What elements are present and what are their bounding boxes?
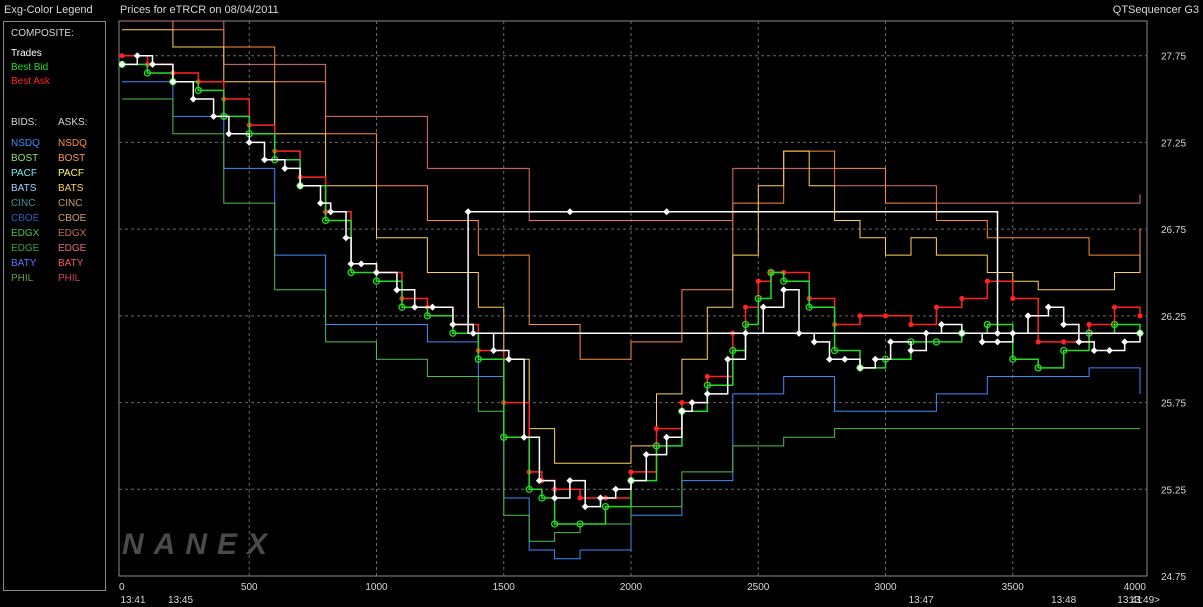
x-tick-label: 3000 [874,582,897,593]
ask-point [857,313,863,319]
ask-point [628,469,634,475]
watermark: NANEX [122,528,277,561]
ask-point [1035,339,1041,345]
x-tick-label: 4000 [1124,582,1147,593]
y-tick-label: 26.75 [1161,225,1186,236]
ask-point [1137,313,1143,319]
ask-point [577,495,583,501]
y-tick-label: 26.25 [1161,312,1186,323]
x-tick-label: 0 [119,582,125,593]
y-tick-label: 25.25 [1161,485,1186,496]
ask-point [882,313,889,319]
y-tick-label: 27.75 [1161,52,1186,63]
y-tick-label: 27.25 [1161,138,1186,149]
y-tick-label: 24.75 [1161,572,1186,583]
ask-point [1086,321,1092,328]
ask-point [1010,295,1016,302]
ask-point [908,321,914,328]
ask-point [1111,304,1118,310]
x-tick-label: 2000 [620,582,643,593]
time-label: 13:48 [1051,595,1076,606]
ask-point [933,304,940,310]
time-label: 13:49> [1129,595,1160,606]
x-tick-label: 1500 [493,582,516,593]
time-label: 13:47 [909,595,934,606]
ask-point [653,425,660,432]
ask-point [959,295,965,302]
x-tick-label: 1000 [365,582,388,593]
ask-point [755,278,761,284]
ask-point [1061,339,1067,345]
ask-point [119,53,125,59]
y-tick-label: 25.75 [1161,399,1186,410]
x-tick-label: 3500 [1002,582,1025,593]
ask-point [742,304,749,310]
price-chart: NANEX 27.75 27.25 26.75 26.25 25.75 25.25 24.7… [118,20,1186,606]
x-tick-label: 500 [241,582,258,593]
time-label: 13:45 [168,595,193,606]
x-tick-label: 2500 [747,582,770,593]
ask-point [704,373,710,380]
plot-area [118,20,1148,577]
ask-point [984,278,990,284]
ask-point [679,399,685,406]
time-label: 13:41 [120,595,145,606]
